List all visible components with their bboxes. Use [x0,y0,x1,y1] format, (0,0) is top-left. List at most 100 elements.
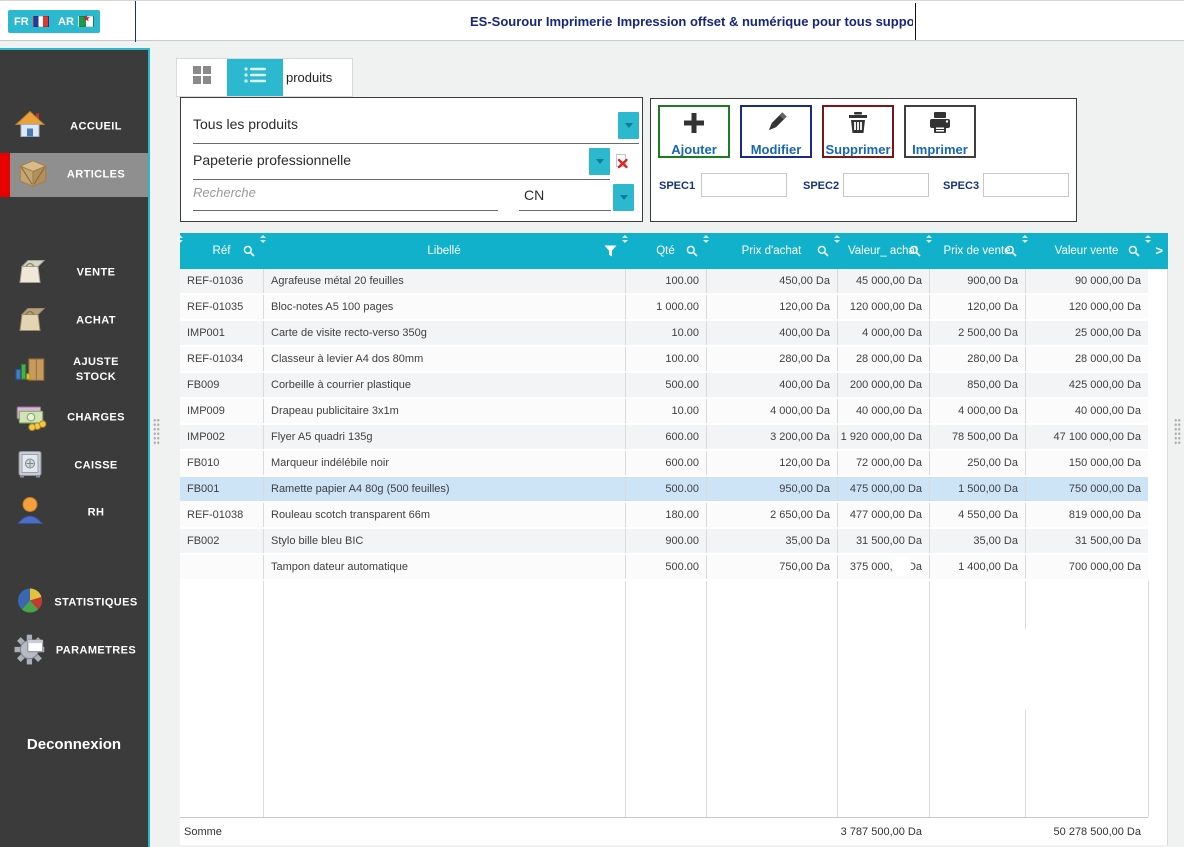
column-search-icon[interactable] [817,245,829,260]
splitter-grip-left[interactable] [153,418,160,446]
sort-indicator-icon [260,235,266,243]
lang-fr-button[interactable]: FR [8,10,55,33]
table-row[interactable]: REF-01036Agrafeuse métal 20 feuilles100.… [180,269,1148,295]
column-header-1[interactable]: Réf [180,233,263,269]
column-search-icon[interactable] [243,245,255,260]
print-button-label: Imprimer [912,142,968,157]
spec1-input[interactable] [701,173,787,197]
table-row[interactable]: REF-01034Classeur à levier A4 dos 80mm10… [180,347,1148,373]
sidebar: ACCUEIL ARTICLES VENTE ACHAT AJUSTE STOC… [0,48,150,847]
lang-ar-button[interactable]: AR [52,10,100,33]
cell-valeur-vente: 31 500,00 Da [1025,529,1148,553]
sidebar-item-label: ACCUEIL [52,120,140,135]
cell-libelle: Rouleau scotch transparent 66m [263,503,625,527]
sidebar-item-achat[interactable]: ACHAT [0,299,148,343]
column-search-icon[interactable] [909,245,921,260]
add-button[interactable]: Ajouter [658,105,730,158]
cell-prix-achat: 120,00 Da [706,451,837,475]
table-row[interactable]: FB009Corbeille à courrier plastique500.0… [180,373,1148,399]
cell-prix-vente: 280,00 Da [929,347,1025,371]
code-filter-value[interactable]: CN [524,187,544,203]
sidebar-item-articles[interactable]: ARTICLES [10,153,148,197]
gear-icon [14,632,48,671]
column-header-6[interactable]: Prix de vente [929,233,1025,269]
table-row[interactable]: REF-01038Rouleau scotch transparent 66m1… [180,503,1148,529]
list-view-tab[interactable] [227,59,283,96]
products-filter-dropdown-button[interactable] [618,112,639,139]
column-header-2[interactable]: Libellé [263,233,625,269]
sidebar-item-caisse[interactable]: CAISSE [0,444,148,488]
table-row[interactable]: FB001Ramette papier A4 80g (500 feuilles… [180,477,1148,503]
table-row[interactable]: Tampon dateur automatique500.00750,00 Da… [180,555,1148,581]
sidebar-item-ajuste-stock[interactable]: AJUSTE STOCK [0,346,148,394]
sort-indicator-icon [1022,235,1028,243]
table-row[interactable]: FB010Marqueur indélébile noir600.00120,0… [180,451,1148,477]
sale-bag-icon [14,255,46,292]
pencil-icon [763,110,789,141]
cell-qte: 500.00 [625,477,706,501]
topbar-divider-left [135,1,136,42]
sidebar-item-parametres[interactable]: PARAMETRES [0,629,148,673]
sidebar-item-charges[interactable]: CHARGES [0,396,148,440]
person-icon [14,495,46,532]
clear-category-icon[interactable] [615,154,629,174]
category-filter-value[interactable]: Papeterie professionnelle [193,152,351,168]
column-header-label: Valeur_ achat [848,245,918,257]
view-tabstrip: produits [176,58,353,97]
sidebar-item-accueil[interactable]: ACCUEIL [0,105,148,149]
table-row[interactable]: REF-01035Bloc-notes A5 100 pages1 000.00… [180,295,1148,321]
delete-button[interactable]: Supprimer [822,105,894,158]
spec2-input[interactable] [843,173,929,197]
cell-ref: REF-01038 [180,503,263,527]
table-row[interactable]: FB002Stylo bille bleu BIC900.0035,00 Da3… [180,529,1148,555]
column-header-7[interactable]: Valeur vente [1025,233,1148,269]
cell-libelle: Flyer A5 quadri 135g [263,425,625,449]
cell-libelle: Bloc-notes A5 100 pages [263,295,625,319]
column-search-icon[interactable] [1005,245,1017,260]
app-subtitle: Impression offset & numérique pour tous … [617,14,913,29]
money-icon [14,399,48,438]
print-button[interactable]: Imprimer [904,105,976,158]
grid-view-tab[interactable] [177,59,227,96]
table-row[interactable]: IMP002Flyer A5 quadri 135g600.003 200,00… [180,425,1148,451]
sidebar-item-rh[interactable]: RH [0,491,148,535]
cell-prix-vente: 250,00 Da [929,451,1025,475]
combo-underline [193,143,639,144]
cell-valeur-achat: 120 000,00 Da [837,295,929,319]
table-row[interactable]: IMP009Drapeau publicitaire 3x1m10.004 00… [180,399,1148,425]
logout-button[interactable]: Deconnexion [0,736,148,753]
products-table: > RéfLibelléQtéPrix d'achat Valeur_ achat… [180,233,1168,845]
category-filter-dropdown-button[interactable] [589,148,610,175]
cell-qte: 100.00 [625,347,706,371]
cell-valeur-achat: 72 000,00 Da [837,451,929,475]
sidebar-item-vente[interactable]: VENTE [0,251,148,295]
code-filter-dropdown-button[interactable] [613,184,634,211]
edit-button[interactable]: Modifier [740,105,812,158]
column-search-icon[interactable] [1128,245,1140,260]
cell-qte: 500.00 [625,373,706,397]
column-grid-line [706,581,707,817]
table-row[interactable]: IMP001Carte de visite recto-verso 350g10… [180,321,1148,347]
filter-funnel-icon[interactable] [604,245,617,260]
spec3-input[interactable] [983,173,1069,197]
cell-libelle: Ramette papier A4 80g (500 feuilles) [263,477,625,501]
search-input[interactable] [193,185,493,200]
products-filter-value[interactable]: Tous les produits [193,116,298,132]
cell-ref: FB001 [180,477,263,501]
app-window: { "topbar": { "lang_fr": "FR", "lang_ar"… [0,0,1184,847]
cell-ref: FB009 [180,373,263,397]
white-smudge-overlay [893,556,911,576]
printer-icon [927,110,953,141]
cell-valeur-achat: 475 000,00 Da [837,477,929,501]
splitter-grip-right[interactable] [1174,418,1181,446]
cell-ref: IMP002 [180,425,263,449]
cell-qte: 10.00 [625,399,706,423]
cell-valeur-vente: 90 000,00 Da [1025,269,1148,293]
column-search-icon[interactable] [686,245,698,260]
cell-qte: 10.00 [625,321,706,345]
column-header-5[interactable]: Valeur_ achat [837,233,929,269]
column-header-4[interactable]: Prix d'achat [706,233,837,269]
column-header-3[interactable]: Qté [625,233,706,269]
scroll-right-chevron-icon[interactable]: > [1155,243,1163,258]
sidebar-item-statistiques[interactable]: STATISTIQUES [0,581,148,625]
